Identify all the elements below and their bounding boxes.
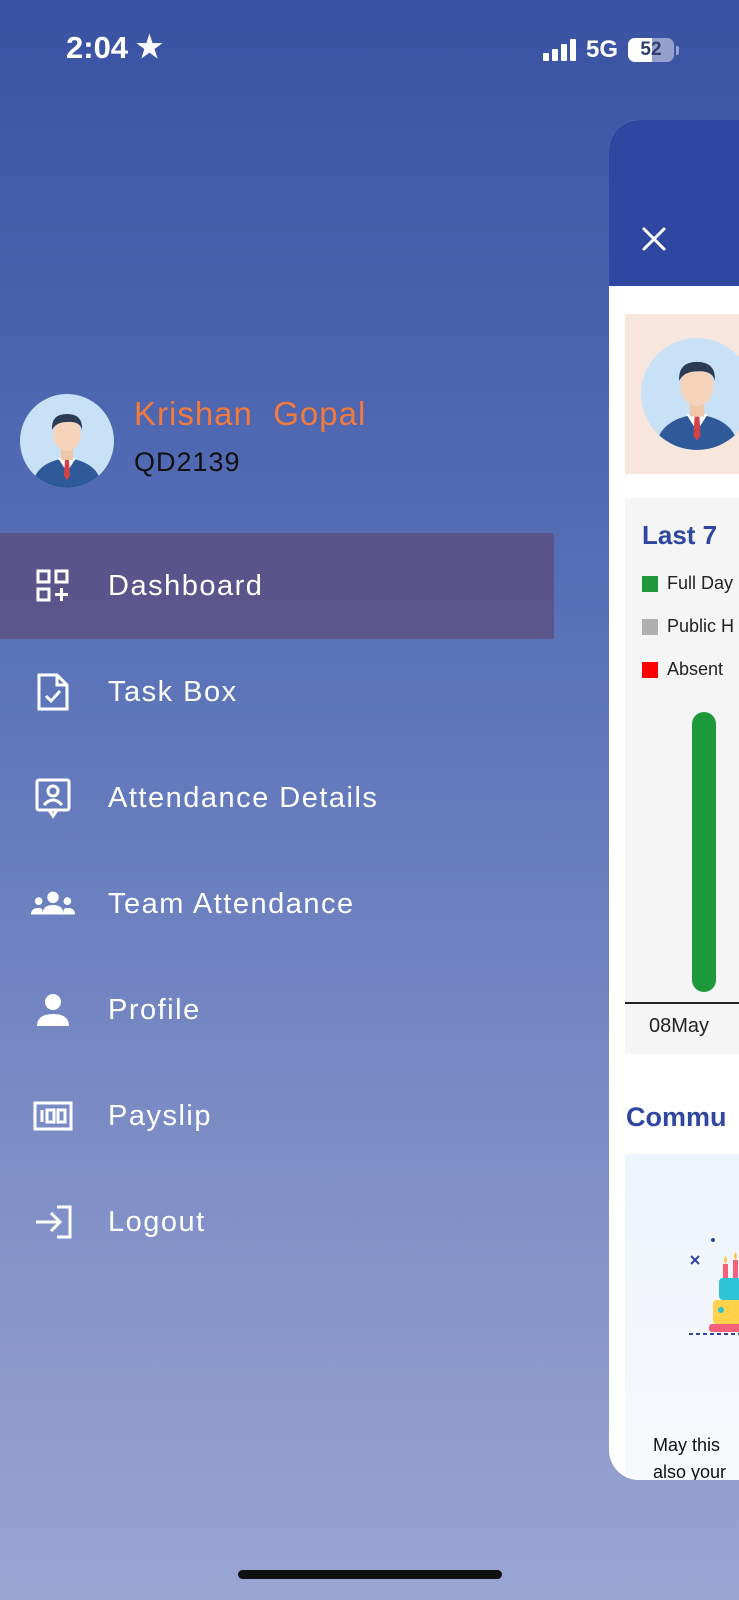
menu-label: Profile: [108, 993, 201, 1026]
legend-label: Absent: [667, 659, 724, 679]
dashboard-page-preview[interactable]: Last 7 Full Day Public H Absent 08May Co…: [609, 120, 739, 1480]
status-indicators: 5G 52: [542, 36, 679, 64]
menu-item-profile[interactable]: Profile: [0, 957, 554, 1063]
legend-full-day: Full Day: [642, 573, 733, 594]
employee-code: QD2139: [134, 446, 241, 477]
legend-absent: Absent: [642, 659, 723, 680]
battery-icon: 52: [628, 38, 674, 62]
menu-label: Task Box: [108, 675, 238, 708]
team-icon: [31, 882, 75, 926]
attendance-chart: Last 7 Full Day Public H Absent: [625, 498, 739, 1054]
drawer-profile-header[interactable]: Krishan Gopal QD2139: [20, 394, 366, 488]
menu-item-payslip[interactable]: Payslip: [0, 1063, 554, 1169]
menu-label: Logout: [108, 1205, 206, 1238]
chart-tick-label: 08May: [649, 1015, 710, 1037]
avatar: [641, 338, 739, 450]
menu-item-dashboard[interactable]: Dashboard: [0, 533, 554, 639]
menu-label: Team Attendance: [108, 887, 355, 920]
dashboard-icon: [31, 564, 75, 608]
close-icon[interactable]: [639, 224, 669, 254]
legend-swatch: [642, 661, 658, 678]
menu-item-task-box[interactable]: Task Box: [0, 639, 554, 745]
menu-item-attendance-details[interactable]: Attendance Details: [0, 745, 554, 851]
birthday-cake-icon: [689, 1238, 739, 1335]
profile-card: [625, 314, 739, 474]
person-icon: [31, 988, 75, 1032]
task-file-icon: [31, 670, 75, 714]
menu-label: Attendance Details: [108, 781, 379, 814]
menu-item-logout[interactable]: Logout: [0, 1169, 554, 1275]
chart-title: Last 7: [642, 520, 718, 550]
signal-icon: [542, 39, 576, 61]
community-line: also your: [653, 1462, 727, 1480]
legend-swatch: [642, 575, 658, 592]
logout-icon: [31, 1200, 75, 1244]
status-bar: 2:04 ★ 5G 52: [0, 0, 739, 100]
community-section-title: Commu: [626, 1102, 727, 1132]
chart-bar-08may: [692, 712, 716, 992]
community-line: May this: [653, 1435, 721, 1455]
drawer-menu: Dashboard Task Box Attendance Details Te…: [0, 533, 554, 1275]
legend-label: Full Day: [667, 573, 734, 593]
clock-text: 2:04: [66, 30, 129, 65]
payslip-icon: [31, 1094, 75, 1138]
battery-tip: [676, 45, 679, 55]
user-name: Krishan Gopal: [134, 394, 367, 432]
status-time: 2:04 ★: [66, 30, 163, 66]
community-message: May this also your: [653, 1432, 726, 1480]
menu-item-team-attendance[interactable]: Team Attendance: [0, 851, 554, 957]
battery-percent: 52: [640, 39, 662, 60]
network-label: 5G: [585, 36, 618, 63]
legend-public-holiday: Public H: [642, 616, 734, 637]
profile-text: Krishan Gopal QD2139: [134, 395, 366, 478]
star-icon: ★: [136, 31, 163, 64]
home-indicator[interactable]: [238, 1570, 502, 1579]
avatar: [20, 394, 114, 488]
attendance-badge-icon: [31, 776, 75, 820]
chart-x-axis: [625, 1002, 739, 1004]
menu-label: Dashboard: [108, 569, 264, 602]
legend-swatch: [642, 618, 658, 635]
legend-label: Public H: [667, 616, 735, 636]
app-bar: [609, 120, 739, 286]
menu-label: Payslip: [108, 1099, 212, 1132]
